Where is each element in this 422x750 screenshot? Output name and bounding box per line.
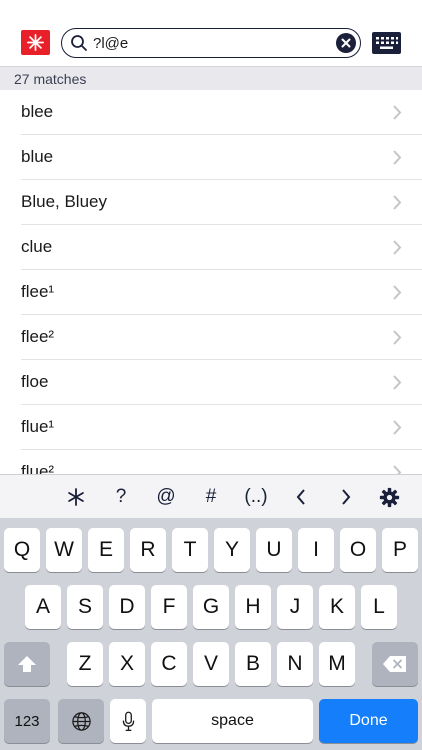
chevron-right-icon — [393, 465, 402, 474]
list-item[interactable]: blue — [0, 135, 422, 180]
list-item-label: blee — [21, 102, 54, 121]
list-item-label: flee¹ — [21, 282, 55, 301]
key-m[interactable]: M — [319, 642, 355, 686]
key-u[interactable]: U — [256, 528, 292, 572]
at-key[interactable]: @ — [148, 475, 184, 519]
matches-count: 27 matches — [14, 71, 87, 87]
keyboard-icon[interactable] — [372, 32, 401, 54]
key-x[interactable]: X — [109, 642, 145, 686]
key-k[interactable]: K — [319, 585, 355, 629]
shift-key[interactable] — [4, 642, 50, 686]
key-j[interactable]: J — [277, 585, 313, 629]
key-d[interactable]: D — [109, 585, 145, 629]
numbers-key[interactable]: 123 — [4, 699, 50, 743]
search-input[interactable] — [93, 32, 321, 54]
question-key[interactable]: ? — [103, 475, 139, 519]
list-item-label: clue — [21, 237, 53, 256]
results-list[interactable]: blee blue Blue, Bluey clue flee¹ flee² f… — [0, 90, 422, 474]
key-n[interactable]: N — [277, 642, 313, 686]
key-c[interactable]: C — [151, 642, 187, 686]
space-key[interactable]: space — [152, 699, 313, 743]
list-item[interactable]: clue — [0, 225, 422, 270]
microphone-icon[interactable] — [110, 699, 146, 743]
chevron-right-icon — [393, 240, 402, 255]
key-q[interactable]: Q — [4, 528, 40, 572]
list-item-label: blue — [21, 147, 54, 166]
list-item[interactable]: flue¹ — [0, 405, 422, 450]
key-b[interactable]: B — [235, 642, 271, 686]
asterisk-icon[interactable] — [58, 475, 94, 519]
key-g[interactable]: G — [193, 585, 229, 629]
backspace-icon — [383, 656, 406, 672]
hash-key[interactable]: # — [193, 475, 229, 519]
wildcard-accessory-bar: ? @ # (..) — [0, 474, 422, 518]
chevron-right-icon — [393, 375, 402, 390]
key-r[interactable]: R — [130, 528, 166, 572]
list-item-label: flue² — [21, 462, 55, 474]
parens-key[interactable]: (..) — [238, 475, 274, 519]
backspace-key[interactable] — [372, 642, 418, 686]
key-t[interactable]: T — [172, 528, 208, 572]
key-i[interactable]: I — [298, 528, 334, 572]
chevron-right-icon[interactable] — [328, 475, 364, 519]
key-y[interactable]: Y — [214, 528, 250, 572]
chevron-right-icon — [393, 150, 402, 165]
done-button[interactable]: Done — [319, 699, 418, 743]
list-item[interactable]: flee¹ — [0, 270, 422, 315]
system-keyboard: Q W E R T Y U I O P A S D F G H J K L Z … — [0, 518, 422, 750]
chevron-right-icon — [393, 330, 402, 345]
key-v[interactable]: V — [193, 642, 229, 686]
chevron-right-icon — [393, 105, 402, 120]
list-item-label: flue¹ — [21, 417, 55, 436]
header-bar — [0, 0, 422, 66]
matches-count-bar: 27 matches — [0, 66, 422, 90]
search-icon — [71, 35, 87, 51]
key-o[interactable]: O — [340, 528, 376, 572]
chevron-right-icon — [393, 195, 402, 210]
search-field[interactable] — [61, 28, 361, 58]
key-z[interactable]: Z — [67, 642, 103, 686]
list-item[interactable]: floe — [0, 360, 422, 405]
gear-icon[interactable] — [371, 475, 407, 519]
shift-arrow-icon — [18, 656, 36, 672]
key-s[interactable]: S — [67, 585, 103, 629]
chevron-right-icon — [393, 420, 402, 435]
list-item-label: floe — [21, 372, 49, 391]
list-item-label: Blue, Bluey — [21, 192, 107, 211]
key-p[interactable]: P — [382, 528, 418, 572]
key-e[interactable]: E — [88, 528, 124, 572]
clear-x-icon[interactable] — [336, 33, 356, 53]
key-w[interactable]: W — [46, 528, 82, 572]
list-item[interactable]: blee — [0, 90, 422, 135]
list-item-label: flee² — [21, 327, 55, 346]
key-h[interactable]: H — [235, 585, 271, 629]
chevron-right-icon — [393, 285, 402, 300]
asterisk-logo-icon[interactable] — [21, 30, 50, 55]
key-l[interactable]: L — [361, 585, 397, 629]
list-item[interactable]: flee² — [0, 315, 422, 360]
globe-icon[interactable] — [58, 699, 104, 743]
key-f[interactable]: F — [151, 585, 187, 629]
list-item[interactable]: flue² — [0, 450, 422, 474]
key-a[interactable]: A — [25, 585, 61, 629]
chevron-left-icon[interactable] — [283, 475, 319, 519]
list-item[interactable]: Blue, Bluey — [0, 180, 422, 225]
